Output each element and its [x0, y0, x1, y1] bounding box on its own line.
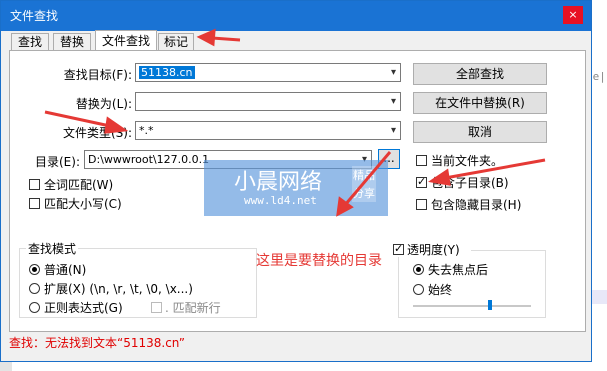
- red-arrow-icon: [196, 28, 241, 47]
- status-message: 查找：无法找到文本“51138.cn”: [9, 336, 185, 350]
- red-arrow-icon: [336, 151, 392, 217]
- annotation-arrows: [44, 28, 546, 217]
- red-arrow-icon: [44, 110, 129, 134]
- red-arrow-icon: [428, 158, 546, 186]
